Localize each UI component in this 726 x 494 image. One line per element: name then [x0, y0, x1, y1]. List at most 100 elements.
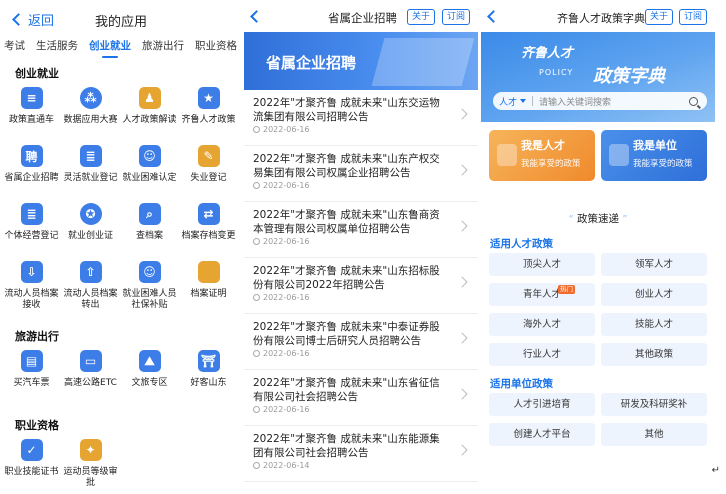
page-title: 省属企业招聘 — [328, 11, 397, 25]
app-tile[interactable]: ✦ 运动员等级审批 — [61, 433, 120, 494]
news-item[interactable]: 2022年"才聚齐鲁 成就未来"山东招标股份有限公司2022年招聘公告 2022-… — [244, 258, 478, 314]
app-tile[interactable]: ☺ 就业困难人员社保补贴 — [120, 255, 179, 323]
talent-card[interactable]: 我是人才 我能享受的政策 — [489, 130, 595, 181]
subscribe-button[interactable]: 订阅 — [679, 9, 708, 25]
my-apps-panel: 返回 我的应用 考试生活服务创业就业旅游出行职业资格文 创业就业 ≡ 政策直通车 ⁂ 数… — [0, 0, 242, 494]
app-tile[interactable]: ≡ 政策直通车 — [2, 81, 61, 139]
unit-policy-button[interactable]: 其他 — [601, 423, 707, 446]
app-tile[interactable]: ≣ 灵活就业登记 — [61, 139, 120, 197]
talent-policy-button[interactable]: 行业人才 — [489, 343, 595, 366]
back-chevron-icon[interactable] — [250, 10, 263, 23]
app-tile[interactable]: ✎ 失业登记 — [179, 139, 238, 197]
news-list: 2022年"才聚齐鲁 成就未来"山东交运物流集团有限公司招聘公告 2022-06-… — [244, 90, 478, 482]
policy-search-bar[interactable]: 人才 请输入关键词搜索 — [493, 92, 707, 110]
app-tile[interactable]: ≣ 个体经营登记 — [2, 197, 61, 255]
search-category-select[interactable]: 人才 — [493, 95, 527, 108]
app-tile-label: 档案证明 — [190, 289, 227, 299]
talent-policy-button[interactable]: 领军人才 — [601, 253, 707, 276]
unit-card-title: 我是单位 — [633, 139, 677, 152]
about-button[interactable]: 关于 — [407, 9, 436, 25]
app-tile[interactable]: ⛰ 文旅专区 — [120, 344, 179, 402]
archive-search-icon: ⌕ — [138, 203, 161, 225]
mountain-gate-icon: ⛩ — [197, 350, 220, 372]
app-tile-label: 查档案 — [135, 231, 163, 241]
app-tile[interactable]: ♟ 人才政策解读 — [120, 81, 179, 139]
unit-card[interactable]: 我是单位 我能享受的政策 — [601, 130, 707, 181]
app-tile[interactable]: ⇄ 档案存档变更 — [179, 197, 238, 255]
people-icon: ♟ — [138, 87, 161, 109]
talent-policy-label: 技能人才 — [634, 319, 673, 330]
app-tile[interactable]: ▭ 高速公路ETC — [61, 344, 120, 412]
talent-policy-label: 行业人才 — [522, 349, 561, 360]
news-title: 2022年"才聚齐鲁 成就未来"山东能源集团有限公司社会招聘公告 — [253, 433, 440, 459]
tab-item[interactable]: 考试 — [4, 38, 25, 53]
about-button[interactable]: 关于 — [645, 9, 674, 25]
back-chevron-icon[interactable] — [487, 10, 500, 23]
news-date: 2022-06-16 — [263, 181, 310, 190]
talent-policy-button[interactable]: 顶尖人才 — [489, 253, 595, 276]
policy-express-heading: “ 政策速递 ” — [481, 211, 715, 226]
section-title: 创业就业 — [15, 67, 59, 80]
app-tile[interactable]: ★ 齐鲁人才政策 — [179, 81, 238, 139]
unit-policy-label: 创建人才平台 — [513, 429, 571, 440]
chevron-right-icon — [456, 164, 468, 176]
news-item[interactable]: 2022年"才聚齐鲁 成就未来"山东鲁商资本管理有限公司权属单位招聘公告 2022… — [244, 202, 478, 258]
talent-policy-section-title: 适用人才政策 — [490, 238, 553, 250]
unit-policy-button[interactable]: 创建人才平台 — [489, 423, 595, 446]
news-date: 2022-06-16 — [263, 125, 310, 134]
star-badge-icon: ★ — [197, 87, 220, 109]
app-tile[interactable]: ☺ 就业困难认定 — [120, 139, 179, 197]
app-tile[interactable]: ✪ 就业创业证 — [61, 197, 120, 255]
news-item[interactable]: 2022年"才聚齐鲁 成就未来"山东产权交易集团有限公司权属企业招聘公告 2022… — [244, 146, 478, 202]
news-title: 2022年"才聚齐鲁 成就未来"山东鲁商资本管理有限公司权属单位招聘公告 — [253, 209, 440, 235]
news-item[interactable]: 2022年"才聚齐鲁 成就未来"山东能源集团有限公司社会招聘公告 2022-06-… — [244, 426, 478, 482]
app-tile-label: 高速公路ETC — [64, 378, 117, 388]
unit-policy-grid: 人才引进培育 研发及科研奖补创建人才平台 其他 — [481, 393, 715, 453]
talent-policy-label: 青年人才 — [522, 289, 561, 300]
app-tile[interactable]: ✓ 职业技能证书 — [2, 433, 61, 491]
news-date: 2022-06-16 — [263, 293, 310, 302]
search-icon[interactable] — [689, 96, 698, 106]
talent-policy-button[interactable]: 创业人才 — [601, 283, 707, 306]
unit-policy-button[interactable]: 研发及科研奖补 — [601, 393, 707, 416]
talent-policy-button[interactable]: 技能人才 — [601, 313, 707, 336]
news-item[interactable]: 2022年"才聚齐鲁 成就未来"山东省征信有限公司社会招聘公告 2022-06-1… — [244, 370, 478, 426]
app-tile[interactable]: 档案证明 — [179, 255, 238, 313]
unit-policy-button[interactable]: 人才引进培育 — [489, 393, 595, 416]
news-title: 2022年"才聚齐鲁 成就未来"山东省征信有限公司社会招聘公告 — [253, 377, 440, 403]
tab-item[interactable]: 职业资格 — [195, 38, 237, 53]
app-tile[interactable]: ⇩ 流动人员档案接收 — [2, 255, 61, 323]
app-tile[interactable]: ⁂ 数据应用大赛 — [61, 81, 120, 139]
chevron-right-icon — [456, 108, 468, 120]
dropdown-caret-icon — [520, 99, 527, 103]
recruitment-panel: 省属企业招聘 关于 订阅 省属企业招聘 2022年"才聚齐鲁 成就未来"山东交运… — [244, 0, 478, 494]
app-tile[interactable]: ▤ 买汽车票 — [2, 344, 61, 402]
archive-change-icon: ⇄ — [197, 203, 220, 225]
hero-title-line2: 政策字典 — [593, 66, 665, 87]
app-tile[interactable]: ⛩ 好客山东 — [179, 344, 238, 402]
talent-policy-button[interactable]: 其他政策 — [601, 343, 707, 366]
tab-item[interactable]: 生活服务 — [36, 38, 78, 53]
search-input[interactable]: 请输入关键词搜索 — [539, 95, 689, 108]
app-tile[interactable]: 聘省属企业招聘 — [2, 139, 61, 197]
talent-policy-label: 顶尖人才 — [522, 259, 561, 270]
landscape-icon: ⛰ — [138, 350, 161, 372]
tab-item[interactable]: 旅游出行 — [142, 38, 184, 53]
news-item[interactable]: 2022年"才聚齐鲁 成就未来"山东交运物流集团有限公司招聘公告 2022-06-… — [244, 90, 478, 146]
talent-policy-button[interactable]: 海外人才 — [489, 313, 595, 336]
app-tile[interactable]: ⌕ 查档案 — [120, 197, 179, 255]
hire-icon: 聘 — [20, 145, 43, 167]
certificate-icon: ✪ — [79, 203, 102, 225]
tab-item[interactable]: 创业就业 — [89, 38, 131, 58]
news-title: 2022年"才聚齐鲁 成就未来"中泰证券股份有限公司博士后研究人员招聘公告 — [253, 321, 440, 347]
subscribe-button[interactable]: 订阅 — [442, 9, 471, 25]
talent-policy-label: 领军人才 — [634, 259, 673, 270]
clock-icon — [253, 294, 260, 301]
app-tile[interactable]: ⇧ 流动人员档案转出 — [61, 255, 120, 323]
clock-icon — [253, 182, 260, 189]
news-item[interactable]: 2022年"才聚齐鲁 成就未来"中泰证券股份有限公司博士后研究人员招聘公告 202… — [244, 314, 478, 370]
talent-policy-label: 创业人才 — [634, 289, 673, 300]
talent-policy-button[interactable]: 青年人才 热门 — [489, 283, 595, 306]
unit-policy-label: 研发及科研奖补 — [620, 399, 688, 410]
app-tile-label: 人才政策解读 — [122, 115, 177, 125]
